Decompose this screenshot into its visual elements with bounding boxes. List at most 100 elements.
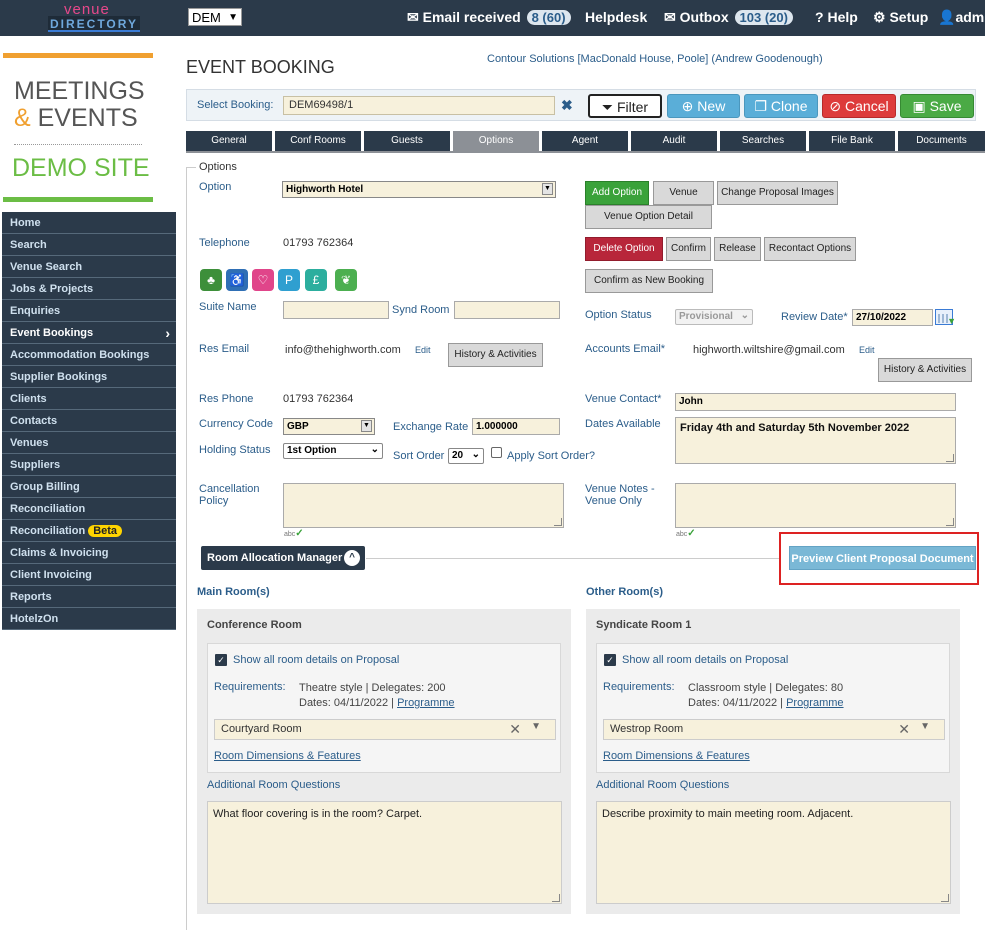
cancellation-policy-textarea[interactable] — [283, 483, 564, 528]
tab-options[interactable]: Options — [453, 131, 539, 151]
save-button[interactable]: ▣ Save — [900, 94, 974, 118]
currency-select[interactable]: GBP ▼ — [283, 418, 375, 435]
brand-separator — [14, 144, 142, 145]
tab-file-bank[interactable]: File Bank — [809, 131, 895, 151]
accounts-history-activities-button[interactable]: History & Activities — [878, 358, 972, 382]
suite-name-input[interactable] — [283, 301, 389, 319]
recontact-options-button[interactable]: Recontact Options — [764, 237, 856, 261]
caret-down-icon[interactable]: ▼ — [531, 721, 541, 732]
change-proposal-images-button[interactable]: Change Proposal Images — [717, 181, 838, 205]
show-details-checkbox[interactable]: ✓ — [215, 654, 227, 666]
release-button[interactable]: Release — [714, 237, 761, 261]
sidebar-item-contacts[interactable]: Contacts — [2, 410, 176, 432]
venue-contact-input[interactable]: John — [675, 393, 956, 411]
resize-grip[interactable] — [554, 518, 562, 526]
sidebar-item-suppliers[interactable]: Suppliers — [2, 454, 176, 476]
sidebar-item-reconciliation-beta[interactable]: Reconciliation Beta — [2, 520, 176, 542]
room-allocation-manager-toggle[interactable]: Room Allocation Manager ^ — [201, 546, 365, 570]
tab-searches[interactable]: Searches — [720, 131, 806, 151]
sidebar-item-home[interactable]: Home — [2, 212, 176, 234]
delete-option-button[interactable]: Delete Option — [585, 237, 663, 261]
accounts-email-edit-link[interactable]: Edit — [859, 345, 875, 355]
sidebar-item-group-billing[interactable]: Group Billing — [2, 476, 176, 498]
sidebar-item-reconciliation[interactable]: Reconciliation — [2, 498, 176, 520]
sidebar-item-hotelzon[interactable]: HotelzOn — [2, 608, 176, 630]
option-select[interactable]: Highworth Hotel ▼ — [282, 181, 556, 198]
exchange-rate-input[interactable]: 1.000000 — [472, 418, 560, 435]
sidebar-item-search[interactable]: Search — [2, 234, 176, 256]
tab-guests[interactable]: Guests — [364, 131, 450, 151]
sidebar-item-reports[interactable]: Reports — [2, 586, 176, 608]
apply-sort-checkbox[interactable] — [491, 447, 502, 458]
setup-link[interactable]: ⚙ Setup — [873, 9, 928, 26]
programme-link[interactable]: Programme — [786, 697, 843, 709]
room-select[interactable]: Westrop Room ✕ ▼ — [603, 719, 945, 740]
venue-option-detail-button[interactable]: Venue Option Detail — [585, 205, 712, 229]
room-question-textarea[interactable]: What floor covering is in the room? Carp… — [207, 801, 562, 904]
tab-audit[interactable]: Audit — [631, 131, 717, 151]
clear-icon[interactable]: ✕ — [898, 721, 910, 738]
sidebar-item-venues[interactable]: Venues — [2, 432, 176, 454]
room-question-textarea[interactable]: Describe proximity to main meeting room.… — [596, 801, 951, 904]
room-dimensions-link[interactable]: Room Dimensions & Features — [603, 750, 750, 762]
tab-conf-rooms[interactable]: Conf Rooms — [275, 131, 361, 151]
resize-grip[interactable] — [946, 454, 954, 462]
clear-icon[interactable]: ✖ — [561, 97, 573, 114]
sidebar-item-label: Jobs & Projects — [10, 283, 94, 295]
sidebar-item-accommodation-bookings[interactable]: Accommodation Bookings — [2, 344, 176, 366]
caret-down-icon[interactable]: ▼ — [920, 721, 930, 732]
sidebar-item-claims-invoicing[interactable]: Claims & Invoicing — [2, 542, 176, 564]
new-button[interactable]: ⊕ New — [667, 94, 740, 118]
envelope-icon: ✉ — [664, 9, 676, 25]
logo-directory-text[interactable]: DIRECTORY — [48, 16, 140, 32]
venue-notes-textarea[interactable] — [675, 483, 956, 528]
show-details-checkbox[interactable]: ✓ — [604, 654, 616, 666]
database-select[interactable]: DEM ▼ — [188, 8, 242, 26]
cancel-button[interactable]: ⊘ Cancel — [822, 94, 896, 118]
sidebar-item-venue-search[interactable]: Venue Search — [2, 256, 176, 278]
review-date-input[interactable]: 27/10/2022 — [852, 309, 933, 326]
programme-link[interactable]: Programme — [397, 697, 454, 709]
dates-available-textarea[interactable]: Friday 4th and Saturday 5th November 202… — [675, 417, 956, 464]
spellcheck-icon[interactable]: abc✓ — [284, 528, 304, 539]
calendar-icon[interactable]: ▼ — [935, 309, 956, 326]
spellcheck-icon[interactable]: abc✓ — [676, 528, 696, 539]
res-phone-label: Res Phone — [199, 393, 254, 405]
venue-button[interactable]: Venue — [653, 181, 714, 205]
confirm-as-new-booking-button[interactable]: Confirm as New Booking — [585, 269, 713, 293]
admin-link[interactable]: 👤admin — [938, 9, 985, 26]
options-frame — [186, 167, 188, 930]
tab-general[interactable]: General — [186, 131, 272, 151]
help-link[interactable]: ? Help — [815, 9, 858, 25]
outbox-link[interactable]: ✉ Outbox 103 (20) — [664, 9, 793, 26]
email-received-link[interactable]: ✉ Email received 8 (60) — [407, 9, 571, 26]
sidebar-item-enquiries[interactable]: Enquiries — [2, 300, 176, 322]
option-status-select[interactable]: Provisional ⌄ — [675, 309, 753, 325]
resize-grip[interactable] — [552, 894, 560, 902]
sidebar-item-client-invoicing[interactable]: Client Invoicing — [2, 564, 176, 586]
tab-documents[interactable]: Documents — [898, 131, 985, 151]
holding-status-select[interactable]: 1st Option ⌄ — [283, 443, 383, 459]
res-email-edit-link[interactable]: Edit — [415, 345, 431, 355]
sidebar-item-jobs-projects[interactable]: Jobs & Projects — [2, 278, 176, 300]
booking-select-input[interactable]: DEM69498/1 — [283, 96, 555, 115]
sidebar-item-supplier-bookings[interactable]: Supplier Bookings — [2, 366, 176, 388]
clone-button[interactable]: ❐ Clone — [744, 94, 818, 118]
confirm-button[interactable]: Confirm — [666, 237, 711, 261]
add-option-button[interactable]: Add Option — [585, 181, 649, 205]
tab-agent[interactable]: Agent — [542, 131, 628, 151]
history-activities-button[interactable]: History & Activities — [448, 343, 543, 367]
helpdesk-link[interactable]: Helpdesk — [585, 9, 647, 25]
sidebar-item-clients[interactable]: Clients — [2, 388, 176, 410]
resize-grip[interactable] — [946, 518, 954, 526]
filter-button[interactable]: ⏷ Filter — [588, 94, 662, 118]
synd-room-input[interactable] — [454, 301, 560, 319]
accounts-email-label: Accounts Email* — [585, 343, 666, 355]
sort-order-select[interactable]: 20 ⌄ — [448, 448, 484, 464]
preview-client-proposal-button[interactable]: Preview Client Proposal Document — [789, 546, 976, 570]
room-dimensions-link[interactable]: Room Dimensions & Features — [214, 750, 361, 762]
resize-grip[interactable] — [941, 894, 949, 902]
room-select[interactable]: Courtyard Room ✕ ▼ — [214, 719, 556, 740]
sidebar-item-event-bookings[interactable]: Event Bookings › — [2, 322, 176, 344]
clear-icon[interactable]: ✕ — [509, 721, 521, 738]
